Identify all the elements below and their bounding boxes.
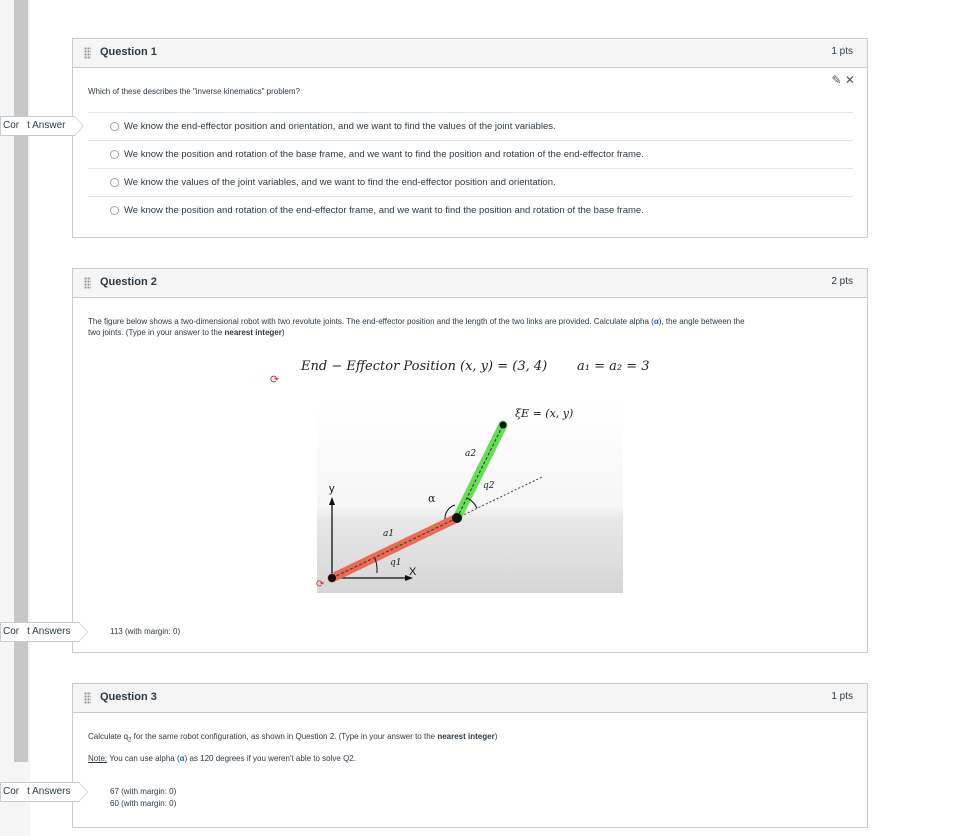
text-part: You can use alpha ( <box>107 754 180 763</box>
text-part: ) <box>281 328 285 337</box>
question-1-card: Question 1 1 pts ✎ ✕ Which of these desc… <box>72 38 868 238</box>
question-note: Note: You can use alpha (α) as 120 degre… <box>88 753 848 764</box>
question-text: The figure below shows a two-dimensional… <box>88 316 848 338</box>
label-right: t Answer <box>27 120 66 131</box>
question-points: 1 pts <box>831 691 853 702</box>
equation-position: End − Effector Position (x, y) = (3, 4) <box>301 359 548 374</box>
answer-option[interactable]: We know the end-effector position and or… <box>88 112 853 140</box>
text-part: The figure below shows a two-dimensional… <box>88 317 654 326</box>
radio-button[interactable] <box>110 206 119 215</box>
label-left: Cor <box>3 786 20 797</box>
answer-option[interactable]: We know the values of the joint variable… <box>88 168 853 196</box>
radio-button[interactable] <box>110 150 119 159</box>
fig-label-alpha: α <box>428 492 436 505</box>
robot-figure: ξE = (x, y) a2 q2 α y a1 q1 X ⟳ <box>316 401 623 593</box>
answer-label: We know the values of the joint variable… <box>124 177 556 188</box>
text-part: ), the angle between the <box>658 317 745 326</box>
question-points: 2 pts <box>831 276 853 287</box>
rotate-icon[interactable]: ⟳ <box>316 579 324 590</box>
robot-diagram <box>317 401 623 593</box>
answer-label: We know the position and rotation of the… <box>124 205 644 216</box>
text-part: ) <box>494 732 498 741</box>
radio-button[interactable] <box>110 122 119 131</box>
question-1-header: Question 1 1 pts <box>73 39 867 68</box>
rotate-icon[interactable]: ⟳ <box>270 373 279 386</box>
drag-handle-icon[interactable] <box>84 277 91 289</box>
question-text: Calculate q2 for the same robot configur… <box>88 731 848 747</box>
question-text: Which of these describes the "inverse ki… <box>88 87 300 96</box>
text-part: two joints. (Type in your answer to the <box>88 328 225 337</box>
fig-label-x: X <box>409 566 417 578</box>
text-bold: nearest integer <box>437 732 495 741</box>
correct-answers-label: Cor t Answers <box>0 622 88 642</box>
correct-answer-value: 113 (with margin: 0) <box>110 627 181 636</box>
answer-option[interactable]: We know the position and rotation of the… <box>88 140 853 168</box>
question-2-header: Question 2 2 pts <box>73 269 867 298</box>
label-right: t Answers <box>27 626 71 637</box>
answer-label: We know the end-effector position and or… <box>124 121 556 132</box>
question-points: 1 pts <box>831 46 853 57</box>
text-bold: nearest integer <box>224 328 282 337</box>
edit-delete-icons[interactable]: ✎ ✕ <box>832 73 855 87</box>
question-2-card: Question 2 2 pts The figure below shows … <box>72 268 868 653</box>
question-3-header: Question 3 1 pts <box>73 684 867 713</box>
fig-label-q2: q2 <box>483 481 495 491</box>
correct-answer-label: Cor t Answer <box>0 116 84 136</box>
text-part: Calculate q <box>88 732 129 741</box>
label-right: t Answers <box>27 786 71 797</box>
drag-handle-icon[interactable] <box>84 692 91 704</box>
correct-answer-value: 60 (with margin: 0) <box>110 799 177 808</box>
answer-option[interactable]: We know the position and rotation of the… <box>88 196 853 224</box>
fig-label-xi: ξE = (x, y) <box>515 407 574 420</box>
correct-answers-label: Cor t Answers <box>0 782 88 802</box>
fig-label-q1: q1 <box>390 558 402 568</box>
fig-label-a1: a1 <box>383 529 395 539</box>
question-3-card: Question 3 1 pts Calculate q2 for the sa… <box>72 683 868 828</box>
fig-label-a2: a2 <box>465 449 477 459</box>
note-label: Note: <box>88 754 108 763</box>
scrollbar[interactable] <box>14 0 28 762</box>
fig-label-y: y <box>329 483 335 495</box>
answer-label: We know the position and rotation of the… <box>124 149 644 160</box>
label-left: Cor <box>3 626 20 637</box>
drag-handle-icon[interactable] <box>84 47 91 59</box>
label-left: Cor <box>3 120 20 131</box>
equation-links: a₁ = a₂ = 3 <box>577 359 650 374</box>
question-title: Question 1 <box>100 46 157 58</box>
radio-button[interactable] <box>110 178 119 187</box>
show-question-details-checkbox[interactable] <box>142 0 260 5</box>
correct-answer-value: 67 (with margin: 0) <box>110 787 177 796</box>
question-title: Question 3 <box>100 691 157 703</box>
text-part: for the same robot configuration, as sho… <box>131 732 438 741</box>
text-part: ) as 120 degrees if you weren't able to … <box>184 754 356 763</box>
question-title: Question 2 <box>100 276 157 288</box>
